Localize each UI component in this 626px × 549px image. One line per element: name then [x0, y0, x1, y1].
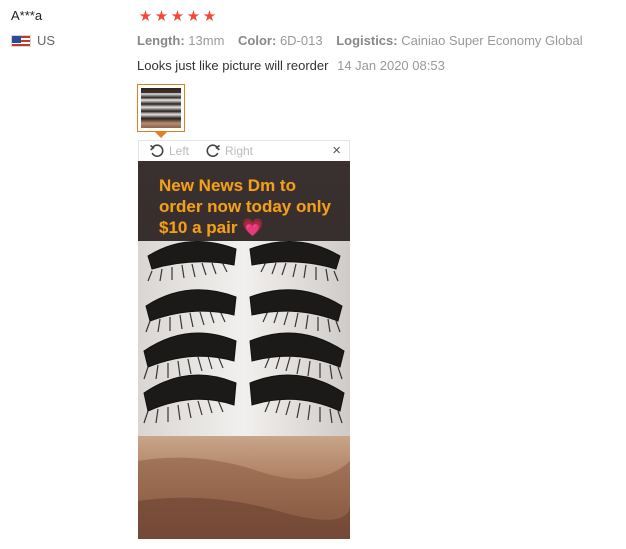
rotate-left-icon	[150, 144, 164, 157]
review-date: 14 Jan 2020 08:53	[337, 58, 445, 73]
review-item: A***a US ★ ★ ★ ★ ★ Length: 13mm Color: 6…	[0, 0, 626, 549]
star-rating: ★ ★ ★ ★ ★	[138, 8, 217, 25]
rotate-right-icon	[206, 144, 220, 157]
star-icon: ★	[186, 8, 201, 25]
reviewer-name: A***a	[11, 8, 43, 23]
photo-viewer-toolbar: Left Right ×	[138, 140, 350, 161]
star-icon: ★	[154, 8, 169, 25]
reviewer-country: US	[11, 33, 55, 48]
rotate-left-button[interactable]: Left	[149, 143, 189, 158]
star-icon: ★	[202, 8, 217, 25]
close-icon[interactable]: ×	[332, 142, 341, 159]
star-icon: ★	[170, 8, 185, 25]
review-content: Looks just like picture will reorder 14 …	[137, 58, 445, 73]
product-attributes: Length: 13mm Color: 6D-013 Logistics: Ca…	[137, 33, 593, 48]
attribute-length: Length: 13mm	[137, 33, 225, 48]
us-flag-icon	[11, 34, 31, 47]
rotate-right-label: Right	[225, 143, 254, 158]
thumbnail-pointer	[155, 132, 167, 138]
review-photo: New News Dm to order now today only $10 …	[138, 161, 350, 539]
review-text: Looks just like picture will reorder	[137, 58, 329, 73]
star-icon: ★	[138, 8, 153, 25]
thumbnail-image	[141, 88, 181, 128]
attribute-logistics: Logistics: Cainiao Super Economy Global	[336, 33, 583, 48]
country-code: US	[37, 33, 56, 48]
attribute-color: Color: 6D-013	[238, 33, 323, 48]
photo-caption-text: New News Dm to order now today only $10 …	[159, 176, 331, 237]
rotate-left-label: Left	[169, 143, 190, 158]
rotate-right-button[interactable]: Right	[205, 143, 253, 158]
review-photo-thumbnail[interactable]	[137, 84, 185, 132]
